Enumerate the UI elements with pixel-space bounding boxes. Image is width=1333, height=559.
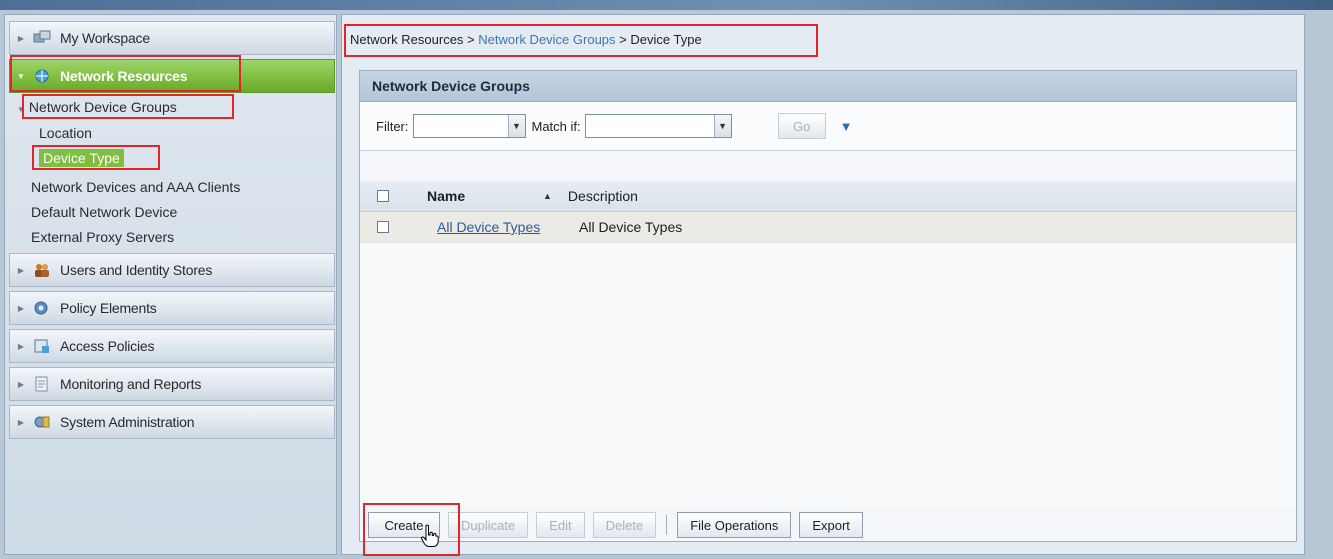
nav-location[interactable]: Location xyxy=(39,125,92,141)
drawer-users-identity-stores[interactable]: ▶ Users and Identity Stores xyxy=(9,253,335,287)
drawer-access-policies[interactable]: ▶ Access Policies xyxy=(9,329,335,363)
drawer-my-workspace[interactable]: ▶ My Workspace xyxy=(9,21,335,55)
nav-device-type[interactable]: Device Type xyxy=(39,149,124,167)
drawer-label: System Administration xyxy=(60,414,195,430)
nav-default-network-device[interactable]: Default Network Device xyxy=(31,204,177,220)
workspace-icon xyxy=(32,29,52,47)
toolbar-divider xyxy=(666,515,668,535)
edit-button[interactable]: Edit xyxy=(536,512,585,538)
breadcrumb: Network Resources > Network Device Group… xyxy=(350,32,702,47)
expand-arrow-icon: ▶ xyxy=(17,33,25,43)
drawer-label: Monitoring and Reports xyxy=(60,376,202,392)
filter-bar: Filter: ▼ Match if: ▼ Go ▼ xyxy=(360,102,1296,151)
expand-arrow-icon: ▶ xyxy=(17,417,25,427)
column-header-name[interactable]: Name xyxy=(427,188,543,204)
expand-arrow-icon: ▶ xyxy=(17,341,25,351)
dropdown-arrow-icon[interactable]: ▼ xyxy=(507,115,525,137)
breadcrumb-separator: > xyxy=(463,32,479,47)
collapse-arrow-icon: ▼ xyxy=(17,105,25,114)
users-icon xyxy=(32,261,52,279)
admin-icon xyxy=(32,413,52,431)
collapse-arrow-icon: ▼ xyxy=(17,71,25,81)
drawer-label: Access Policies xyxy=(60,338,155,354)
select-all-checkbox[interactable] xyxy=(377,190,389,202)
top-strip xyxy=(0,0,1333,10)
sort-ascending-icon[interactable]: ▲ xyxy=(543,191,552,201)
export-button[interactable]: Export xyxy=(799,512,863,538)
policy-icon xyxy=(32,299,52,317)
row-description: All Device Types xyxy=(579,219,683,235)
sidebar: ▶ My Workspace ▼ Network Resources ▼ Netw… xyxy=(4,14,337,555)
filter-options-chevron-icon[interactable]: ▼ xyxy=(840,119,853,134)
action-bar: Create Duplicate Edit Delete File Operat… xyxy=(360,509,1296,541)
drawer-system-administration[interactable]: ▶ System Administration xyxy=(9,405,335,439)
filter-select[interactable]: ▼ xyxy=(412,114,526,138)
network-device-groups-panel: Network Device Groups Filter: ▼ Match if… xyxy=(359,70,1297,542)
duplicate-button[interactable]: Duplicate xyxy=(448,512,529,538)
results-table: Name ▲ Description All Device Types All … xyxy=(360,181,1296,509)
breadcrumb-separator: > xyxy=(615,32,631,47)
breadcrumb-network-device-groups[interactable]: Network Device Groups xyxy=(478,32,615,47)
file-operations-button[interactable]: File Operations xyxy=(677,512,792,538)
hand-cursor-icon xyxy=(420,524,440,548)
expand-arrow-icon: ▶ xyxy=(17,379,25,389)
monitoring-icon xyxy=(32,375,52,393)
main-content: Network Resources > Network Device Group… xyxy=(341,14,1305,555)
drawer-label: Policy Elements xyxy=(60,300,157,316)
drawer-policy-elements[interactable]: ▶ Policy Elements xyxy=(9,291,335,325)
row-checkbox[interactable] xyxy=(377,221,389,233)
go-button[interactable]: Go xyxy=(777,113,826,139)
nav-label: Network Device Groups xyxy=(28,99,177,115)
column-header-description[interactable]: Description xyxy=(568,188,638,204)
access-icon xyxy=(32,337,52,355)
breadcrumb-current: Device Type xyxy=(630,32,702,47)
nav-network-devices[interactable]: Network Devices and AAA Clients xyxy=(31,179,240,195)
filter-value xyxy=(414,115,508,137)
nav-network-device-groups[interactable]: ▼ Network Device Groups xyxy=(17,99,177,115)
nav-external-proxy-servers[interactable]: External Proxy Servers xyxy=(31,229,174,245)
drawer-network-resources[interactable]: ▼ Network Resources xyxy=(9,59,335,93)
drawer-monitoring-reports[interactable]: ▶ Monitoring and Reports xyxy=(9,367,335,401)
table-header: Name ▲ Description xyxy=(360,181,1296,212)
network-icon xyxy=(32,67,52,85)
drawer-label: Network Resources xyxy=(60,68,188,84)
panel-title: Network Device Groups xyxy=(360,71,1296,102)
breadcrumb-root[interactable]: Network Resources xyxy=(350,32,463,47)
match-value xyxy=(586,115,714,137)
expand-arrow-icon: ▶ xyxy=(17,303,25,313)
filter-label: Filter: xyxy=(376,118,409,134)
match-select[interactable]: ▼ xyxy=(584,114,732,138)
match-label: Match if: xyxy=(531,118,581,134)
expand-arrow-icon: ▶ xyxy=(17,265,25,275)
delete-button[interactable]: Delete xyxy=(592,512,657,538)
dropdown-arrow-icon[interactable]: ▼ xyxy=(713,115,731,137)
table-row: All Device Types All Device Types xyxy=(360,212,1296,243)
drawer-label: My Workspace xyxy=(60,30,150,46)
drawer-label: Users and Identity Stores xyxy=(60,262,213,278)
row-name-link[interactable]: All Device Types xyxy=(437,219,579,235)
